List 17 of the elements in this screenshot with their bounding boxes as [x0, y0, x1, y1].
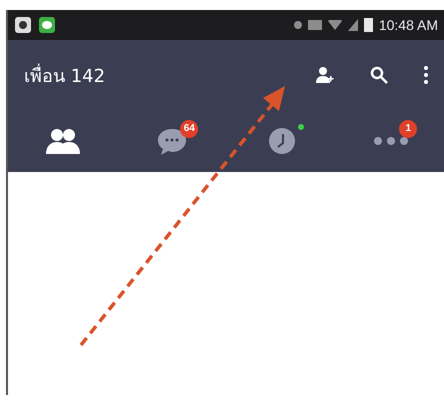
overflow-menu-icon	[424, 66, 428, 84]
search-icon	[370, 66, 388, 84]
signal-icon	[348, 19, 358, 31]
chat-app-icon	[38, 16, 56, 34]
tab[interactable]: 1	[336, 116, 444, 166]
clock-time: 10:48 AM	[378, 17, 438, 33]
app-notification-icon	[14, 16, 32, 34]
more-dots-icon	[374, 137, 408, 145]
tab[interactable]: 64	[118, 116, 227, 166]
clock-icon	[268, 127, 296, 155]
notification-badge: 1	[399, 120, 418, 138]
battery-icon	[364, 18, 373, 32]
wifi-icon	[328, 20, 342, 30]
notification-badge: 64	[180, 120, 198, 138]
screen-title: เพื่อน 142	[24, 62, 106, 88]
people-icon	[46, 128, 80, 154]
add-person-icon	[316, 66, 334, 84]
